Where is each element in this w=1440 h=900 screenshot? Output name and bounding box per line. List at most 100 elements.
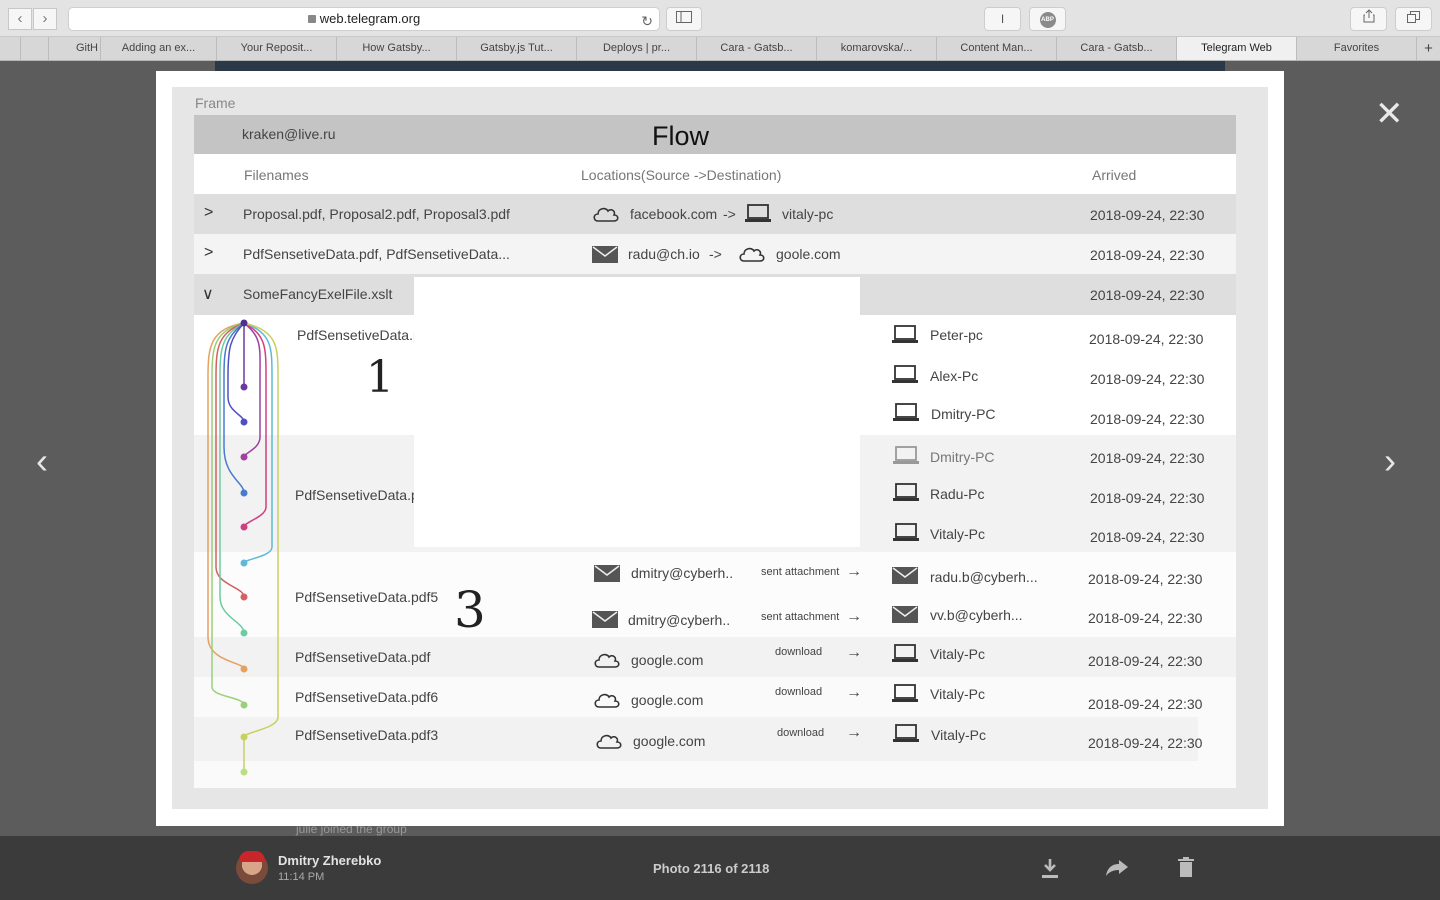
tab-favorites[interactable]: Favorites <box>1296 37 1416 60</box>
mail-icon <box>892 606 918 623</box>
laptop-icon <box>892 684 918 702</box>
row-destination: goole.com <box>776 246 841 262</box>
tab-how-gatsby[interactable]: How Gatsby... <box>336 37 456 60</box>
row-filename: PdfSensetiveData.pdf6 <box>295 689 439 705</box>
row-date: 2018-09-24, 22:30 <box>1090 207 1205 223</box>
row-date: 2018-09-24, 22:30 <box>1090 490 1205 506</box>
row-destination: vitaly-pc <box>782 206 834 222</box>
row-action: download <box>775 646 823 658</box>
tab-cara-2[interactable]: Cara - Gatsb... <box>1056 37 1176 60</box>
forward-button[interactable]: › <box>33 8 57 30</box>
handwritten-one: 1 <box>366 352 394 403</box>
forward-icon[interactable] <box>1105 859 1129 877</box>
row-filename: Proposal.pdf, Proposal2.pdf, Proposal3.p… <box>243 206 510 222</box>
tabs-overview-button[interactable] <box>1395 7 1432 31</box>
row-separator: -> <box>709 246 722 262</box>
row-source: google.com <box>631 652 704 668</box>
laptop-icon <box>893 403 919 421</box>
laptop-icon <box>893 446 919 464</box>
redacted-area <box>414 277 860 547</box>
tab-github[interactable]: GitH <box>48 37 100 60</box>
row-filename: PdfSensetiveData.pdf <box>295 649 431 665</box>
group-filename: PdfSensetiveData.p <box>297 327 421 343</box>
table-row[interactable]: > PdfSensetiveData.pdf, PdfSensetiveData… <box>194 234 1236 274</box>
tab-gatsby-tut[interactable]: Gatsby.js Tut... <box>456 37 576 60</box>
col-locations: Locations(Source ->Destination) <box>581 167 782 183</box>
tabs-icon <box>1407 11 1420 23</box>
row-date: 2018-09-24, 22:30 <box>1090 450 1205 466</box>
tab-cara-1[interactable]: Cara - Gatsb... <box>696 37 816 60</box>
cloud-icon <box>593 207 619 222</box>
tab-telegram[interactable]: Telegram Web <box>1176 37 1296 60</box>
handwritten-three: 3 <box>454 581 486 639</box>
reader-button[interactable]: I <box>984 7 1021 31</box>
row-separator: -> <box>723 206 736 222</box>
row-date: 2018-09-24, 22:30 <box>1090 371 1205 387</box>
mail-icon <box>592 611 618 628</box>
tab-blank[interactable] <box>20 37 44 60</box>
group-filename: PdfSensetiveData.p <box>295 487 419 503</box>
tab-komarovska[interactable]: komarovska/... <box>816 37 936 60</box>
adblock-icon: ABP <box>1039 11 1056 28</box>
adblock-button[interactable]: ABP <box>1029 7 1066 31</box>
address-bar[interactable]: web.telegram.org ↻ <box>68 7 660 31</box>
row-date: 2018-09-24, 22:30 <box>1089 331 1204 347</box>
chevron-down-icon[interactable]: ∨ <box>202 284 214 304</box>
table-row[interactable]: PdfSensetiveData.pdf3 google.com downloa… <box>194 717 1202 761</box>
sub-destination: radu.b@cyberh... <box>930 569 1038 585</box>
row-date: 2018-09-24, 22:30 <box>1090 411 1205 427</box>
viewer-footer: Dmitry Zherebko 11:14 PM Photo 2116 of 2… <box>0 836 1440 900</box>
delete-icon[interactable] <box>1178 857 1194 877</box>
back-button[interactable]: ‹ <box>8 8 32 30</box>
avatar[interactable] <box>236 851 268 884</box>
share-button[interactable] <box>1350 7 1387 31</box>
chevron-right-icon[interactable]: > <box>204 244 213 262</box>
laptop-icon <box>892 644 918 662</box>
tab-deploys[interactable]: Deploys | pr... <box>576 37 696 60</box>
tab-content[interactable]: Content Man... <box>936 37 1056 60</box>
next-photo-icon[interactable]: › <box>1384 443 1396 479</box>
new-tab-button[interactable]: + <box>1416 37 1440 60</box>
sidebar-button[interactable] <box>666 7 702 31</box>
photo-counter: Photo 2116 of 2118 <box>653 861 770 876</box>
table-row[interactable]: PdfSensetiveData.pdf6 google.com downloa… <box>194 677 1236 717</box>
chevron-right-icon[interactable]: > <box>204 204 213 222</box>
row-source: google.com <box>633 733 706 749</box>
arrow-right-icon: → <box>846 724 862 741</box>
sidebar-icon <box>676 11 692 23</box>
row-action: download <box>777 727 825 739</box>
prev-photo-icon[interactable]: ‹ <box>36 443 48 479</box>
tab-repository[interactable]: Your Reposit... <box>216 37 336 60</box>
group-filename: PdfSensetiveData.pdf5 <box>295 589 439 605</box>
tab-bar: GitH Adding an ex... Your Reposit... How… <box>0 37 1440 61</box>
download-icon[interactable] <box>1041 857 1059 879</box>
tab-adding[interactable]: Adding an ex... <box>100 37 216 60</box>
table-row[interactable]: PdfSensetiveData.pdf google.com download… <box>194 637 1236 677</box>
page-title: Flow <box>652 121 710 151</box>
sub-destination: vv.b@cyberh... <box>930 607 1023 623</box>
reload-icon[interactable]: ↻ <box>641 10 653 32</box>
close-icon[interactable]: ✕ <box>1375 97 1404 131</box>
row-date: 2018-09-24, 22:30 <box>1088 696 1203 712</box>
cloud-icon <box>594 653 620 668</box>
sub-source: dmitry@cyberh.. <box>631 565 734 581</box>
arrow-right-icon: → <box>846 608 862 625</box>
laptop-icon <box>892 365 918 383</box>
photo-time: 11:14 PM <box>278 871 325 883</box>
row-destination: Vitaly-Pc <box>930 686 985 702</box>
mail-icon <box>594 565 620 582</box>
browser-toolbar: ‹ › web.telegram.org ↻ I ABP <box>0 0 1440 37</box>
row-action: download <box>775 686 823 698</box>
row-destination: Vitaly-Pc <box>930 646 985 662</box>
laptop-icon <box>745 204 771 222</box>
row-date: 2018-09-24, 22:30 <box>1088 653 1203 669</box>
author-name[interactable]: Dmitry Zherebko <box>278 853 381 868</box>
row-source: google.com <box>631 692 704 708</box>
cloud-icon <box>594 693 620 708</box>
arrow-right-icon: → <box>846 644 862 661</box>
group-destination: Vitaly-Pc <box>930 526 985 542</box>
laptop-icon <box>893 483 919 501</box>
mail-icon <box>892 567 918 584</box>
table-row[interactable]: > Proposal.pdf, Proposal2.pdf, Proposal3… <box>194 194 1236 234</box>
row-date: 2018-09-24, 22:30 <box>1090 247 1205 263</box>
